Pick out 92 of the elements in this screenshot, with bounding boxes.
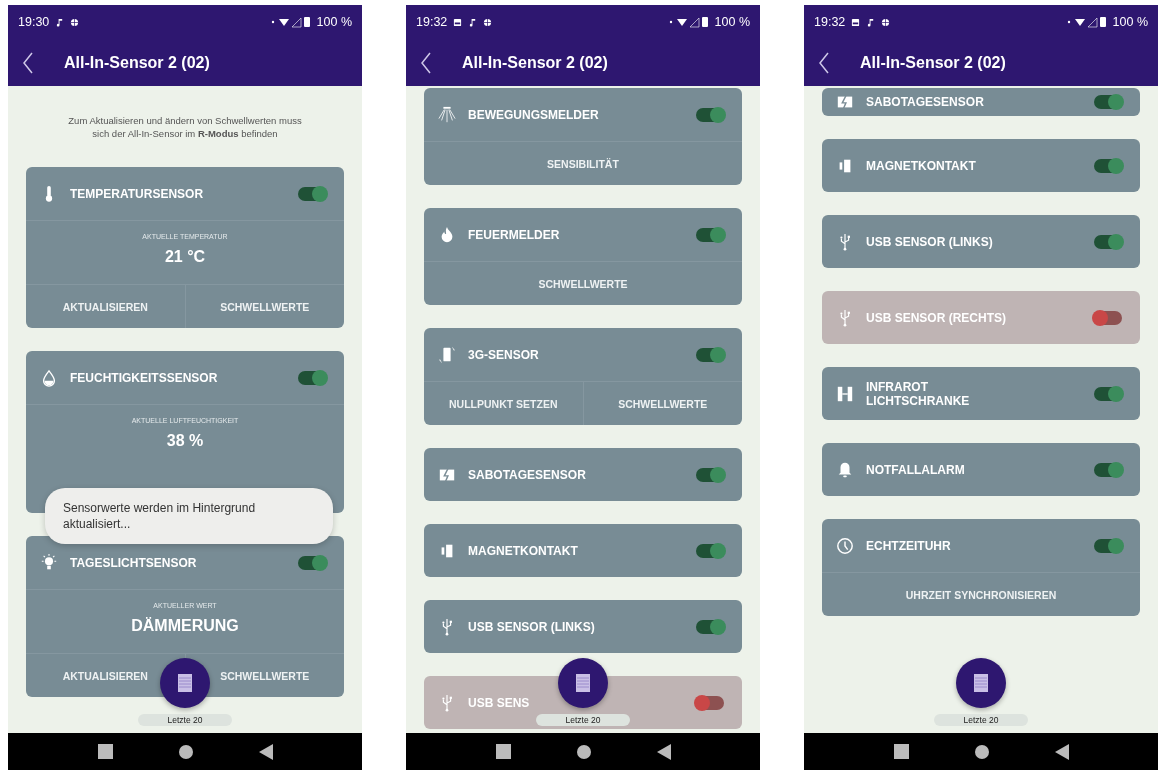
humidity-icon (40, 368, 58, 387)
signal-status-icons (668, 16, 709, 28)
music-note-icon (866, 17, 876, 27)
sensor-title: NOTFALLALARM (866, 462, 966, 477)
sensor-title: SABOTAGESENSOR (866, 95, 985, 109)
signal-status-icons (270, 16, 311, 28)
toggle-switch[interactable] (1094, 158, 1122, 173)
globe-icon (70, 17, 80, 27)
screen-title: All-In-Sensor 2 (02) (462, 53, 608, 72)
home-icon[interactable] (178, 744, 193, 759)
fab-label: Letzte 20 (137, 714, 233, 726)
history-fab-button[interactable] (956, 658, 1006, 708)
music-note-icon (468, 17, 478, 27)
toggle-switch[interactable] (1094, 462, 1122, 477)
sensor-title: SABOTAGESENSOR (468, 467, 587, 482)
reading-value: 21 °C (164, 248, 206, 266)
toggle-switch[interactable] (696, 107, 724, 122)
update-toast: Sensorwerte werden im Hintergrund aktualisiert... (45, 488, 333, 544)
toggle-switch[interactable] (1094, 95, 1122, 109)
card-action-button[interactable]: SCHWELLWERTE (616, 393, 710, 414)
globe-icon (483, 17, 493, 27)
back-icon[interactable] (420, 51, 432, 74)
fab-label: Letzte 20 (933, 714, 1029, 726)
music-note-icon (55, 17, 65, 27)
back-triangle-icon[interactable] (1054, 743, 1069, 760)
bell-icon (836, 460, 854, 479)
phone-icon (438, 345, 456, 364)
card-action-button[interactable]: SCHWELLWERTE (536, 273, 630, 294)
card-action-button[interactable]: SENSIBILITÄT (545, 153, 621, 174)
toggle-switch[interactable] (696, 467, 724, 482)
toggle-switch[interactable] (696, 543, 724, 558)
status-time: 19:30 (18, 15, 50, 29)
screen-title: All-In-Sensor 2 (02) (860, 53, 1006, 72)
reading-value: 38 % (166, 432, 204, 450)
clock-icon (836, 536, 854, 555)
battery-percentage: 100 % (714, 15, 750, 29)
list-icon (974, 674, 988, 692)
sensor-title: 3G-SENSOR (468, 347, 540, 362)
toggle-switch[interactable] (298, 370, 326, 385)
image-notification-icon (851, 17, 861, 27)
toggle-switch[interactable] (1094, 310, 1122, 325)
sensor-title: ECHTZEITUHR (866, 538, 952, 553)
toggle-switch[interactable] (1094, 234, 1122, 249)
card-action-button[interactable]: UHRZEIT SYNCHRONISIEREN (903, 584, 1059, 605)
history-fab-button[interactable] (558, 658, 608, 708)
sensor-title: USB SENS (468, 695, 531, 710)
sensor-title: USB SENSOR (LINKS) (468, 619, 596, 634)
globe-icon (881, 17, 891, 27)
toggle-switch[interactable] (696, 347, 724, 362)
card-action-button[interactable]: AKTUALISIEREN (60, 665, 150, 686)
card-action-button[interactable]: NULLPUNKT SETZEN (447, 393, 560, 414)
fab-label: Letzte 20 (535, 714, 631, 726)
toggle-switch[interactable] (1094, 386, 1122, 401)
card-action-button[interactable]: SCHWELLWERTE (218, 296, 312, 317)
home-icon[interactable] (576, 744, 591, 759)
status-time: 19:32 (416, 15, 448, 29)
toggle-switch[interactable] (298, 555, 326, 570)
recents-icon[interactable] (893, 744, 909, 759)
list-icon (178, 674, 192, 692)
image-notification-icon (453, 17, 463, 27)
sensor-title: TAGESLICHTSENSOR (70, 555, 198, 570)
signal-status-icons (1066, 16, 1107, 28)
recents-icon[interactable] (495, 744, 511, 759)
back-triangle-icon[interactable] (656, 743, 671, 760)
status-time: 19:32 (814, 15, 846, 29)
sensor-title: FEUERMELDER (468, 227, 561, 242)
battery-percentage: 100 % (1112, 15, 1148, 29)
list-icon (576, 674, 590, 692)
card-action-button[interactable]: SCHWELLWERTE (218, 665, 312, 686)
card-action-button[interactable]: AKTUALISIEREN (60, 296, 150, 317)
sensor-title: FEUCHTIGKEITSSENSOR (70, 370, 219, 385)
sensor-title: BEWEGUNGSMELDER (468, 107, 600, 122)
sensor-title: INFRAROT LICHTSCHRANKE (866, 379, 971, 408)
sensor-title: TEMPERATURSENSOR (70, 186, 205, 201)
recents-icon[interactable] (97, 744, 113, 759)
battery-percentage: 100 % (316, 15, 352, 29)
toggle-switch[interactable] (1094, 538, 1122, 553)
info-text: Zum Aktualisieren und ändern von Schwellwerten muss sich der All-In-Sensor im R-Modus befinden (67, 114, 303, 140)
screen-title: All-In-Sensor 2 (02) (64, 53, 210, 72)
back-triangle-icon[interactable] (258, 743, 273, 760)
toggle-switch[interactable] (298, 186, 326, 201)
toggle-switch[interactable] (696, 227, 724, 242)
back-icon[interactable] (818, 51, 830, 74)
back-icon[interactable] (22, 51, 34, 74)
sensor-title: MAGNETKONTAKT (468, 543, 579, 558)
reading-value: DÄMMERUNG (131, 617, 239, 635)
toggle-switch[interactable] (696, 619, 724, 634)
toggle-switch[interactable] (696, 695, 724, 710)
home-icon[interactable] (974, 744, 989, 759)
sensor-title: MAGNETKONTAKT (866, 158, 977, 173)
sensor-title: USB SENSOR (RECHTS) (866, 310, 1007, 325)
sensor-title: USB SENSOR (LINKS) (866, 234, 994, 249)
